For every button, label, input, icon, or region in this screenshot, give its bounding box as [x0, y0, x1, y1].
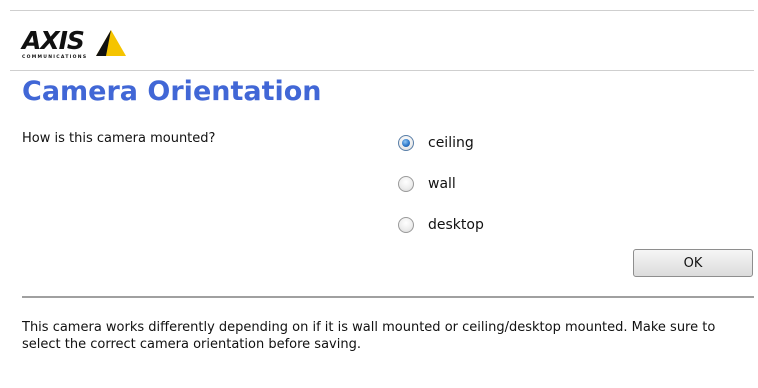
- ok-button[interactable]: OK: [633, 249, 753, 277]
- radio-option-wall[interactable]: wall: [398, 173, 456, 195]
- logo-wordmark: AXIS: [22, 26, 85, 55]
- camera-orientation-page: AXIS COMMUNICATIONS Camera Orientation H…: [0, 0, 758, 388]
- header-divider: [10, 70, 754, 71]
- logo-triangle-icon: [96, 30, 126, 56]
- radio-option-ceiling[interactable]: ceiling: [398, 132, 474, 154]
- page-title: Camera Orientation: [22, 76, 322, 107]
- mount-question: How is this camera mounted?: [22, 131, 216, 146]
- radio-wall[interactable]: [398, 176, 414, 192]
- axis-logo: AXIS COMMUNICATIONS: [22, 24, 132, 64]
- radio-label-desktop[interactable]: desktop: [428, 217, 484, 233]
- radio-desktop[interactable]: [398, 217, 414, 233]
- radio-label-ceiling[interactable]: ceiling: [428, 135, 474, 151]
- radio-label-wall[interactable]: wall: [428, 176, 456, 192]
- logo-subtitle: COMMUNICATIONS: [22, 55, 88, 60]
- orientation-note: This camera works differently depending …: [22, 320, 716, 352]
- footer-divider: [22, 296, 754, 298]
- top-divider: [10, 10, 754, 11]
- radio-option-desktop[interactable]: desktop: [398, 214, 484, 236]
- radio-ceiling[interactable]: [398, 135, 414, 151]
